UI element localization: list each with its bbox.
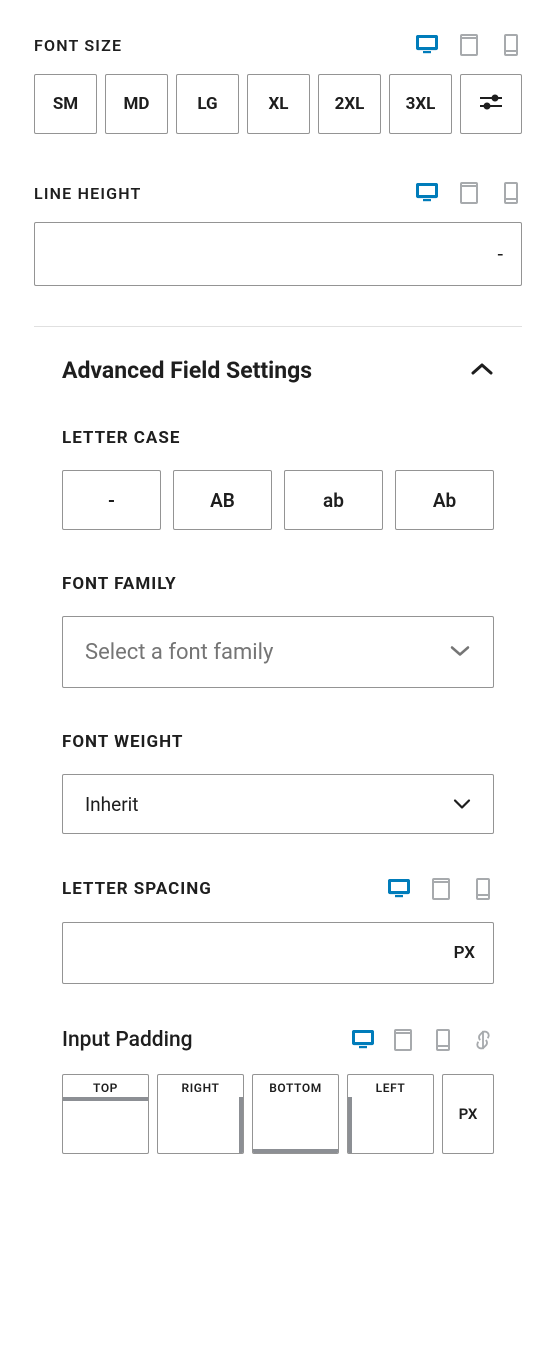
advanced-title: Advanced Field Settings <box>62 357 312 384</box>
letter-spacing-input[interactable]: PX <box>62 922 494 984</box>
tablet-icon[interactable] <box>392 1029 414 1051</box>
font-size-md[interactable]: MD <box>105 74 168 134</box>
font-size-lg[interactable]: LG <box>176 74 239 134</box>
padding-right-bar <box>239 1097 243 1153</box>
mobile-icon[interactable] <box>432 1029 454 1051</box>
padding-bottom-label: BOTTOM <box>253 1075 338 1099</box>
line-height-input[interactable]: - <box>34 222 522 286</box>
padding-left-bar <box>348 1097 352 1153</box>
font-size-xl[interactable]: XL <box>247 74 310 134</box>
chevron-up-icon <box>470 361 494 380</box>
mobile-icon[interactable] <box>500 34 522 56</box>
desktop-icon[interactable] <box>416 182 438 204</box>
tablet-icon[interactable] <box>458 34 480 56</box>
padding-unit-select[interactable]: PX <box>442 1074 494 1154</box>
tablet-icon[interactable] <box>430 878 452 900</box>
font-size-custom-button[interactable] <box>460 74 522 134</box>
chevron-down-icon <box>449 643 471 662</box>
font-family-label: FONT FAMILY <box>62 574 494 594</box>
letter-spacing-unit: PX <box>454 943 475 963</box>
letter-spacing-label: LETTER SPACING <box>62 879 212 899</box>
desktop-icon[interactable] <box>352 1029 374 1051</box>
advanced-settings-toggle[interactable]: Advanced Field Settings <box>62 357 494 384</box>
letter-case-capitalize[interactable]: Ab <box>395 470 494 530</box>
divider <box>34 326 522 327</box>
padding-top-label: TOP <box>63 1075 148 1099</box>
padding-left-label: LEFT <box>348 1075 433 1099</box>
sliders-icon <box>480 94 502 115</box>
desktop-icon[interactable] <box>416 34 438 56</box>
padding-bottom-input[interactable]: BOTTOM <box>252 1074 339 1154</box>
font-size-2xl[interactable]: 2XL <box>318 74 381 134</box>
font-size-label: FONT SIZE <box>34 36 122 55</box>
font-size-sm[interactable]: SM <box>34 74 97 134</box>
letter-case-upper[interactable]: AB <box>173 470 272 530</box>
padding-top-bar <box>63 1097 148 1101</box>
padding-right-input[interactable]: RIGHT <box>157 1074 244 1154</box>
padding-top-input[interactable]: TOP <box>62 1074 149 1154</box>
mobile-icon[interactable] <box>472 878 494 900</box>
font-family-select[interactable]: Select a font family <box>62 616 494 688</box>
unlink-icon[interactable] <box>472 1029 494 1051</box>
padding-unit-value: PX <box>459 1105 478 1123</box>
chevron-down-icon <box>453 795 471 814</box>
padding-left-input[interactable]: LEFT <box>347 1074 434 1154</box>
desktop-icon[interactable] <box>388 878 410 900</box>
padding-right-label: RIGHT <box>158 1075 243 1099</box>
font-weight-value: Inherit <box>85 793 138 816</box>
padding-bottom-bar <box>253 1149 338 1153</box>
font-family-placeholder: Select a font family <box>85 640 273 665</box>
font-weight-label: FONT WEIGHT <box>62 732 494 752</box>
line-height-value: - <box>497 242 503 266</box>
input-padding-title: Input Padding <box>62 1028 193 1052</box>
letter-case-lower[interactable]: ab <box>284 470 383 530</box>
letter-case-label: LETTER CASE <box>62 428 494 448</box>
font-weight-select[interactable]: Inherit <box>62 774 494 834</box>
line-height-label: LINE HEIGHT <box>34 184 142 203</box>
font-size-3xl[interactable]: 3XL <box>389 74 452 134</box>
mobile-icon[interactable] <box>500 182 522 204</box>
tablet-icon[interactable] <box>458 182 480 204</box>
letter-case-none[interactable]: - <box>62 470 161 530</box>
